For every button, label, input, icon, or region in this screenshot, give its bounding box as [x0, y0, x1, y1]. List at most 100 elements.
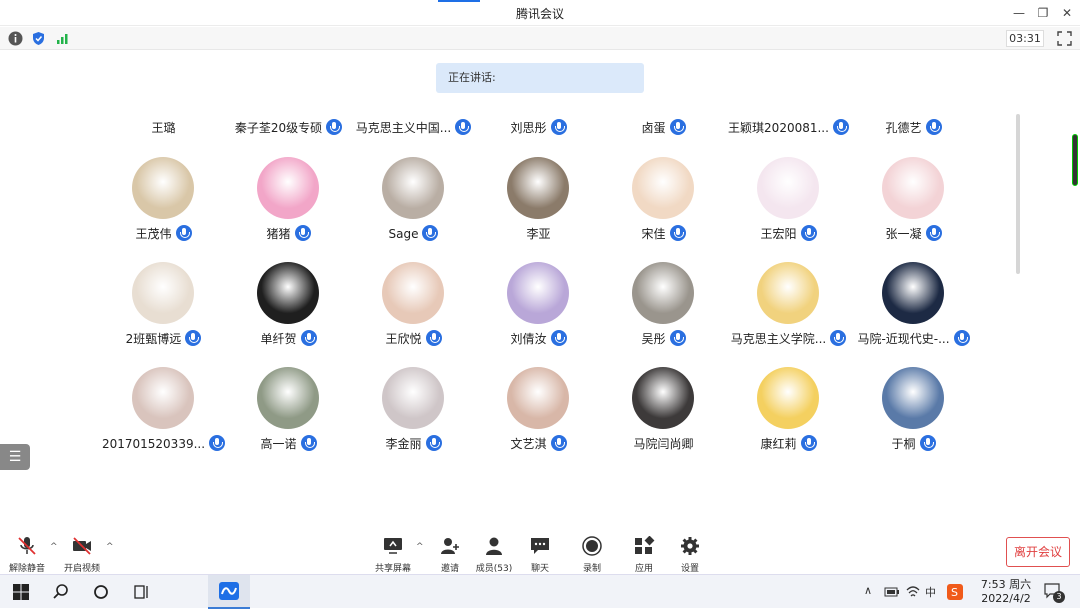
battery-icon[interactable]	[884, 585, 900, 599]
participant-name-text: 马克思主义学院...	[730, 332, 827, 346]
mic-icon	[294, 225, 311, 241]
start-video-button[interactable]: 开启视频	[62, 536, 102, 574]
apps-button[interactable]: 应用	[632, 535, 656, 574]
mic-icon	[953, 330, 970, 346]
task-view-icon[interactable]	[132, 583, 150, 601]
participant-name-text: 康红莉	[760, 437, 797, 451]
participant-tile[interactable]: 马院闫尚卿	[601, 367, 726, 467]
page-scroll-indicator[interactable]	[1072, 134, 1078, 186]
participant-name: 猪猪	[226, 225, 351, 242]
participant-name: 刘倩汝	[476, 330, 601, 347]
leave-meeting-button[interactable]: 离开会议	[1006, 537, 1070, 567]
system-clock[interactable]: 7:53 周六 2022/4/2	[975, 578, 1037, 606]
participant-tile[interactable]: 康红莉	[726, 367, 851, 467]
invite-label: 邀请	[440, 564, 459, 574]
mic-icon	[425, 435, 442, 451]
title-accent	[438, 0, 480, 2]
avatar	[257, 367, 319, 429]
participant-name: 马院闫尚卿	[601, 435, 726, 452]
participant-tile[interactable]: 王茂伟	[101, 157, 226, 257]
participant-name: 宋佳	[601, 225, 726, 242]
participant-name-text: Sage	[388, 227, 419, 241]
mic-icon	[175, 225, 192, 241]
participant-row: 201701520339... 高一诺 李金丽 文艺淇 马院闫尚卿 康红莉 于桐	[101, 367, 976, 467]
invite-button[interactable]: 邀请	[436, 536, 464, 574]
record-button[interactable]: 录制	[580, 536, 604, 574]
participant-tile[interactable]: 张一凝	[851, 157, 976, 257]
participant-tile[interactable]: 201701520339...	[101, 367, 226, 467]
participant-tile[interactable]: 李金丽	[351, 367, 476, 467]
participant-tile[interactable]: 单纤贺	[226, 262, 351, 362]
camera-off-icon	[73, 537, 91, 555]
avatar	[382, 367, 444, 429]
avatar	[632, 157, 694, 219]
participant-name: 高一诺	[226, 435, 351, 452]
participant-list-toggle[interactable]: ☰	[0, 444, 30, 470]
participant-tile[interactable]: 王欣悦	[351, 262, 476, 362]
unmute-label: 解除静音	[8, 564, 45, 574]
participant-name: 卤蛋	[601, 119, 726, 136]
participant-tile[interactable]: 李亚	[476, 157, 601, 257]
participant-name: 秦子荃20级专硕	[226, 119, 351, 136]
participant-tile[interactable]: 宋佳	[601, 157, 726, 257]
participant-tile[interactable]: 高一诺	[226, 367, 351, 467]
participant-name-text: 王欣悦	[385, 332, 422, 346]
fullscreen-icon[interactable]	[1057, 31, 1072, 46]
participant-tile[interactable]: 马院-近现代史-...	[851, 262, 976, 362]
sogou-ime-icon[interactable]: S	[946, 583, 964, 601]
gallery-scrollbar[interactable]	[1016, 114, 1020, 274]
mic-icon	[300, 330, 317, 346]
cortana-icon[interactable]	[92, 583, 110, 601]
avatar	[757, 157, 819, 219]
search-icon[interactable]	[52, 583, 70, 601]
shield-icon[interactable]	[31, 31, 46, 46]
chat-icon	[531, 538, 549, 554]
mic-icon	[925, 225, 942, 241]
members-button[interactable]: 成员(53)	[474, 536, 514, 574]
avatar	[507, 367, 569, 429]
share-options-caret[interactable]: ^	[416, 542, 424, 552]
tray-expand-icon[interactable]: ∧	[864, 584, 872, 597]
participant-name: 刘思彤	[476, 119, 601, 136]
participant-name: 单纤贺	[226, 330, 351, 347]
participant-tile[interactable]: 2班甄博远	[101, 262, 226, 362]
mic-icon	[669, 225, 686, 241]
avatar	[257, 262, 319, 324]
participant-name: 王宏阳	[726, 225, 851, 242]
participant-tile[interactable]: 文艺淇	[476, 367, 601, 467]
participant-name-text: 张一凝	[885, 227, 922, 241]
windows-start-icon[interactable]	[12, 583, 30, 601]
participant-tile[interactable]: 吴彤	[601, 262, 726, 362]
participant-name-text: 卤蛋	[641, 121, 666, 135]
avatar	[507, 157, 569, 219]
info-icon[interactable]	[8, 31, 23, 46]
unmute-button[interactable]: 解除静音	[8, 536, 46, 574]
video-options-caret[interactable]: ^	[106, 542, 114, 552]
minimize-button[interactable]: —	[1010, 4, 1028, 22]
avatar	[882, 367, 944, 429]
participant-name: 张一凝	[851, 225, 976, 242]
windows-taskbar: ∧ 中 S 7:53 周六 2022/4/2 3	[0, 574, 1080, 609]
settings-button[interactable]: 设置	[678, 536, 702, 574]
taskbar-tencent-meeting[interactable]	[208, 575, 250, 609]
participant-tile[interactable]: 马克思主义学院...	[726, 262, 851, 362]
ime-indicator[interactable]: 中	[925, 584, 936, 600]
participant-tile[interactable]: 刘倩汝	[476, 262, 601, 362]
share-screen-icon	[384, 538, 402, 554]
share-screen-button[interactable]: 共享屏幕	[374, 536, 412, 574]
chat-button[interactable]: 聊天	[528, 536, 552, 574]
participant-name-text: 王璐	[151, 121, 176, 135]
mic-icon	[326, 119, 343, 135]
participant-name-text: 刘思彤	[510, 121, 547, 135]
signal-icon[interactable]	[55, 31, 70, 46]
notification-center[interactable]: 3	[1044, 582, 1065, 603]
restore-button[interactable]: ❐	[1034, 4, 1052, 22]
audio-options-caret[interactable]: ^	[50, 542, 58, 552]
participant-tile[interactable]: 王宏阳	[726, 157, 851, 257]
participant-tile[interactable]: 于桐	[851, 367, 976, 467]
wifi-icon[interactable]	[905, 584, 921, 600]
participant-tile[interactable]: Sage	[351, 157, 476, 257]
close-button[interactable]: ✕	[1058, 4, 1076, 22]
participant-name: 马克思主义中国...	[351, 119, 476, 136]
participant-tile[interactable]: 猪猪	[226, 157, 351, 257]
